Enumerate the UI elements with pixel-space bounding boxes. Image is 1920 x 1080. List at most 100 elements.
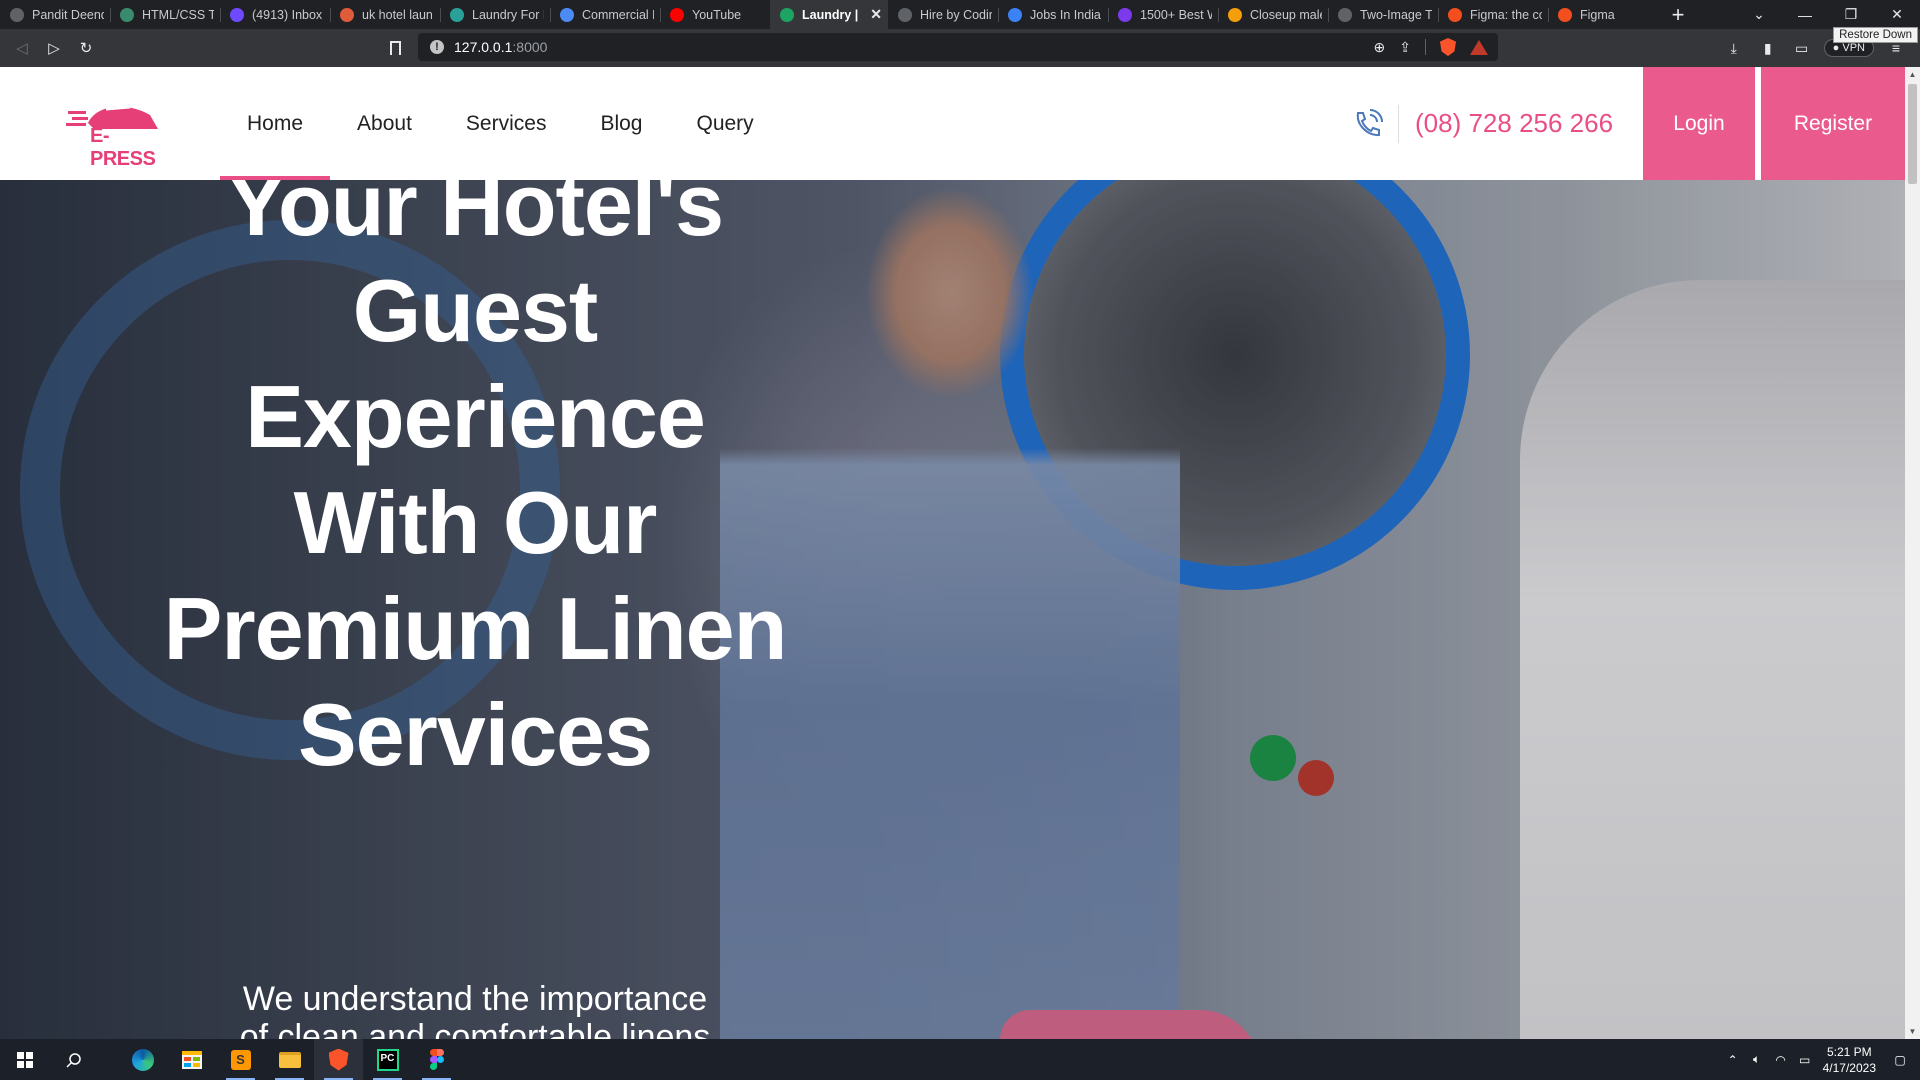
tab-title: (4913) Inbox xyxy=(252,7,323,22)
bookmark-icon[interactable] xyxy=(390,41,401,55)
browser-tab[interactable]: Laundry For H xyxy=(440,0,550,29)
reload-button[interactable]: ↻ xyxy=(70,32,102,64)
page-scrollbar[interactable]: ▲ ▼ xyxy=(1905,67,1920,1039)
scrollbar-thumb[interactable] xyxy=(1908,84,1917,184)
taskbar-store[interactable] xyxy=(167,1039,216,1080)
taskbar-figma[interactable] xyxy=(412,1039,461,1080)
header-phone[interactable]: (08) 728 256 266 xyxy=(1348,67,1613,180)
login-button[interactable]: Login xyxy=(1643,67,1755,180)
brave-icon xyxy=(328,1048,349,1071)
back-button[interactable]: ◁ xyxy=(6,32,38,64)
close-window-icon[interactable]: ✕ xyxy=(1874,0,1920,29)
url-host: 127.0.0.1 xyxy=(454,39,513,55)
brave-rewards-icon[interactable] xyxy=(1470,39,1488,55)
check-icon xyxy=(780,7,794,22)
browser-tab[interactable]: (4913) Inbox xyxy=(220,0,330,29)
taskbar-clock[interactable]: 5:21 PM 4/17/2023 xyxy=(1823,1044,1876,1076)
url-text[interactable]: 127.0.0.1:8000 xyxy=(454,39,547,55)
clock-date: 4/17/2023 xyxy=(1822,1060,1876,1075)
browser-tab[interactable]: Closeup male xyxy=(1218,0,1328,29)
minimize-icon[interactable]: — xyxy=(1782,0,1828,29)
register-button[interactable]: Register xyxy=(1761,67,1905,180)
zoom-icon[interactable]: ⊕ xyxy=(1374,39,1386,56)
tab-title: Figma xyxy=(1580,7,1615,22)
hero-description: We understand the importance of clean an… xyxy=(239,980,711,1039)
close-tab-icon[interactable]: ✕ xyxy=(870,6,882,23)
windows-icon xyxy=(16,1051,33,1068)
search-button[interactable] xyxy=(49,1039,98,1080)
url-port: :8000 xyxy=(512,39,548,55)
pycharm-icon: PC xyxy=(376,1048,399,1071)
nav-home[interactable]: Home xyxy=(220,67,331,180)
battery-icon[interactable]: ▭ xyxy=(1793,1053,1817,1067)
phone-icon xyxy=(1348,105,1386,143)
browser-tab[interactable]: Commercial L xyxy=(550,0,660,29)
browser-tab[interactable]: 1500+ Best W xyxy=(1108,0,1218,29)
browser-tab[interactable]: HTML/CSS Tw xyxy=(110,0,220,29)
nav-query[interactable]: Query xyxy=(669,67,780,180)
browser-tab[interactable]: YouTube xyxy=(660,0,770,29)
page-viewport: E-PRESS Home About Services Blog Query (… xyxy=(0,67,1905,1039)
sidebar-icon[interactable]: ▮ xyxy=(1756,36,1780,60)
windows-taskbar: S PC ⌃ 🔈︎ ◠ ▭ 5:21 PM 4/17/2023 ▢ xyxy=(0,1039,1920,1080)
browser-tab[interactable]: Figma: the co xyxy=(1438,0,1548,29)
taskbar-brave[interactable] xyxy=(314,1039,363,1080)
tab-title: Pandit Deend xyxy=(32,7,104,22)
site-icon xyxy=(340,7,354,22)
taskbar-pycharm[interactable]: PC xyxy=(363,1039,412,1080)
tab-title: Commercial L xyxy=(582,7,654,22)
edge-icon xyxy=(131,1048,154,1071)
volume-icon[interactable]: 🔈︎ xyxy=(1745,1052,1769,1067)
globe-icon xyxy=(1338,7,1352,22)
site-info-icon[interactable]: ! xyxy=(430,40,444,54)
notification-icon[interactable]: ▢ xyxy=(1888,1053,1912,1067)
scroll-down-icon[interactable]: ▼ xyxy=(1905,1024,1920,1039)
wifi-icon[interactable]: ◠ xyxy=(1769,1053,1793,1067)
forward-button[interactable]: ▷ xyxy=(38,32,70,64)
clock-time: 5:21 PM xyxy=(1826,1044,1872,1059)
tab-search-icon[interactable]: ⌄ xyxy=(1736,0,1782,29)
tab-title: Two-Image Te xyxy=(1360,7,1432,22)
start-button[interactable] xyxy=(0,1039,49,1080)
store-icon xyxy=(181,1050,202,1069)
share-icon[interactable]: ⇪ xyxy=(1399,39,1411,56)
nav-about[interactable]: About xyxy=(330,67,439,180)
taskbar-edge[interactable] xyxy=(118,1039,167,1080)
browser-tab[interactable]: Figma xyxy=(1548,0,1658,29)
tray-chevron-icon[interactable]: ⌃ xyxy=(1721,1053,1745,1067)
taskbar-sublime[interactable]: S xyxy=(216,1039,265,1080)
new-tab-button[interactable]: + xyxy=(1658,0,1698,29)
tab-title: 1500+ Best W xyxy=(1140,7,1212,22)
tab-title: Jobs In India xyxy=(1030,7,1101,22)
browser-tab[interactable]: Laundry | ✕ xyxy=(770,0,888,29)
browser-tab[interactable]: Pandit Deend xyxy=(0,0,110,29)
address-bar[interactable]: ! 127.0.0.1:8000 ⊕ ⇪ xyxy=(418,33,1498,61)
scroll-up-icon[interactable]: ▲ xyxy=(1905,67,1920,82)
browser-tab[interactable]: Two-Image Te xyxy=(1328,0,1438,29)
brave-shields-icon[interactable] xyxy=(1440,38,1456,56)
download-icon[interactable]: ⤓ xyxy=(1722,36,1746,60)
phone-number[interactable]: (08) 728 256 266 xyxy=(1415,108,1613,139)
browser-tab[interactable]: Hire by Codin xyxy=(888,0,998,29)
tab-title: uk hotel laun xyxy=(362,7,433,22)
tab-title: Laundry | xyxy=(802,7,859,22)
taskbar-file-explorer[interactable] xyxy=(265,1039,314,1080)
figma-icon xyxy=(1448,7,1462,22)
tab-title: Figma: the co xyxy=(1470,7,1542,22)
browser-tab[interactable]: uk hotel laun xyxy=(330,0,440,29)
wallet-icon[interactable]: ▭ xyxy=(1790,36,1814,60)
site-icon xyxy=(1008,7,1022,22)
tab-title: Hire by Codin xyxy=(920,7,992,22)
logo-text: E-PRESS xyxy=(90,125,156,170)
main-navigation: Home About Services Blog Query xyxy=(220,67,781,180)
nav-blog[interactable]: Blog xyxy=(573,67,669,180)
tab-title: Laundry For H xyxy=(472,7,544,22)
site-logo[interactable]: E-PRESS xyxy=(66,95,166,170)
nav-services[interactable]: Services xyxy=(439,67,574,180)
divider xyxy=(1425,39,1426,55)
file-explorer-icon xyxy=(278,1051,301,1068)
restore-down-icon[interactable]: ❐ xyxy=(1828,0,1874,29)
browser-tab[interactable]: Jobs In India xyxy=(998,0,1108,29)
figma-icon xyxy=(1558,7,1572,22)
tab-title: Closeup male xyxy=(1250,7,1322,22)
